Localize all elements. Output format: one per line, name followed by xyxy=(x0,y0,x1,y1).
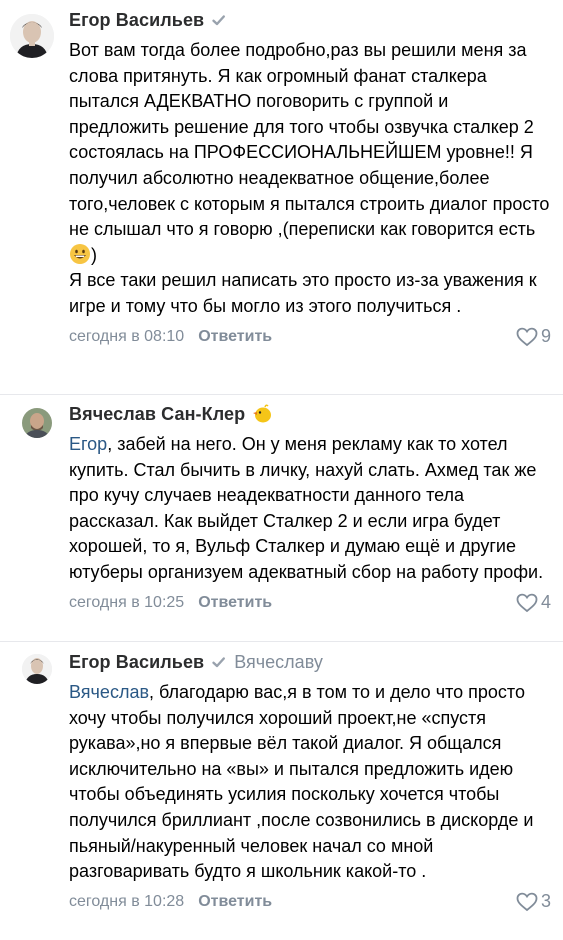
verified-check-icon xyxy=(211,655,226,670)
comment-text: Вот вам тогда более подробно,раз вы реши… xyxy=(69,40,550,316)
mention-link[interactable]: Вячеслав xyxy=(69,682,149,702)
like-button[interactable]: 9 xyxy=(516,324,551,350)
avatar[interactable] xyxy=(10,14,54,58)
author-name[interactable]: Вячеслав Сан-Клер xyxy=(69,404,245,425)
likes-count: 3 xyxy=(540,891,551,912)
mention-link[interactable]: Егор xyxy=(69,434,107,454)
comment-time[interactable]: сегодня в 10:25 xyxy=(69,594,184,612)
heart-outline-icon xyxy=(516,593,538,612)
heart-outline-icon xyxy=(516,892,538,911)
comment-text: Егор, забей на него. Он у меня рекламу к… xyxy=(69,434,544,582)
reply-to-label[interactable]: Вячеславу xyxy=(234,652,323,673)
separator xyxy=(0,394,563,395)
separator xyxy=(0,641,563,642)
author-name[interactable]: Егор Васильев xyxy=(69,652,204,673)
reply-button[interactable]: Ответить xyxy=(198,328,272,346)
avatar[interactable] xyxy=(22,408,52,438)
like-button[interactable]: 3 xyxy=(516,889,551,915)
reply-button[interactable]: Ответить xyxy=(198,893,272,911)
reply-button[interactable]: Ответить xyxy=(198,594,272,612)
verified-check-icon xyxy=(211,13,226,28)
likes-count: 4 xyxy=(540,592,551,613)
comment-time[interactable]: сегодня в 10:28 xyxy=(69,893,184,911)
heart-outline-icon xyxy=(516,327,538,346)
likes-count: 9 xyxy=(540,326,551,347)
like-button[interactable]: 4 xyxy=(516,590,551,616)
chick-emoji xyxy=(251,404,273,424)
comment-text: Вячеслав, благодарю вас,я в том то и дел… xyxy=(69,682,534,882)
avatar[interactable] xyxy=(22,654,52,684)
comment-time[interactable]: сегодня в 08:10 xyxy=(69,328,184,346)
grinning-face-emoji xyxy=(69,243,91,265)
author-name[interactable]: Егор Васильев xyxy=(69,10,204,31)
